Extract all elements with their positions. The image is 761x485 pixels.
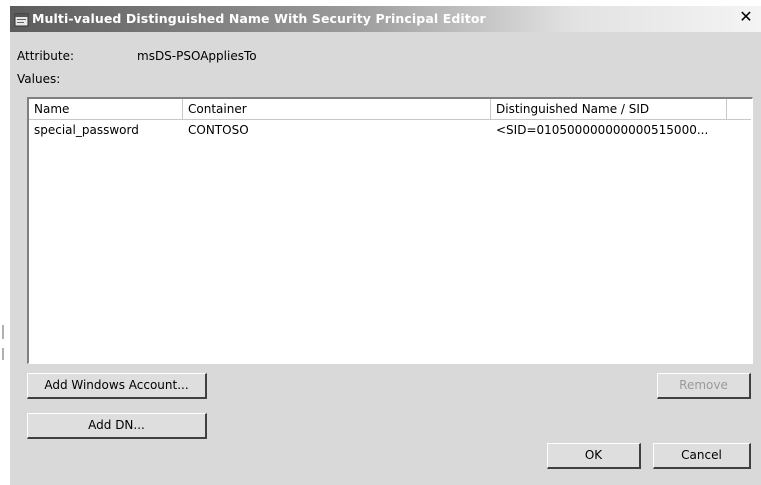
close-icon: ✕ bbox=[739, 7, 753, 26]
column-header-filler bbox=[727, 99, 751, 119]
list-item[interactable]: special_password CONTOSO <SID=0105000000… bbox=[29, 120, 751, 140]
background-fragment bbox=[2, 348, 4, 360]
values-list[interactable]: Name Container Distinguished Name / SID … bbox=[27, 97, 753, 364]
add-dn-button[interactable]: Add DN... bbox=[27, 413, 207, 439]
cell-container: CONTOSO bbox=[188, 123, 249, 137]
add-windows-account-button[interactable]: Add Windows Account... bbox=[27, 373, 207, 399]
attribute-label: Attribute: bbox=[17, 49, 75, 63]
cell-name: special_password bbox=[34, 123, 139, 137]
close-button[interactable]: ✕ bbox=[737, 8, 755, 26]
editor-app-icon bbox=[14, 13, 29, 27]
title-bar[interactable]: Multi-valued Distinguished Name With Sec… bbox=[10, 6, 761, 32]
column-header-container[interactable]: Container bbox=[183, 99, 491, 119]
background-strip bbox=[0, 0, 10, 485]
cancel-button[interactable]: Cancel bbox=[653, 443, 751, 469]
attribute-value: msDS-PSOAppliesTo bbox=[137, 49, 257, 63]
values-label: Values: bbox=[17, 72, 61, 86]
remove-button[interactable]: Remove bbox=[657, 373, 751, 399]
background-fragment bbox=[2, 325, 4, 339]
dialog-window: Multi-valued Distinguished Name With Sec… bbox=[10, 6, 761, 485]
ok-button[interactable]: OK bbox=[547, 443, 641, 469]
cell-dn: <SID=010500000000000515000... bbox=[496, 123, 709, 137]
column-header-dn[interactable]: Distinguished Name / SID bbox=[491, 99, 727, 119]
column-header-name[interactable]: Name bbox=[29, 99, 183, 119]
window-title: Multi-valued Distinguished Name With Sec… bbox=[32, 11, 486, 26]
list-header: Name Container Distinguished Name / SID bbox=[29, 99, 751, 120]
